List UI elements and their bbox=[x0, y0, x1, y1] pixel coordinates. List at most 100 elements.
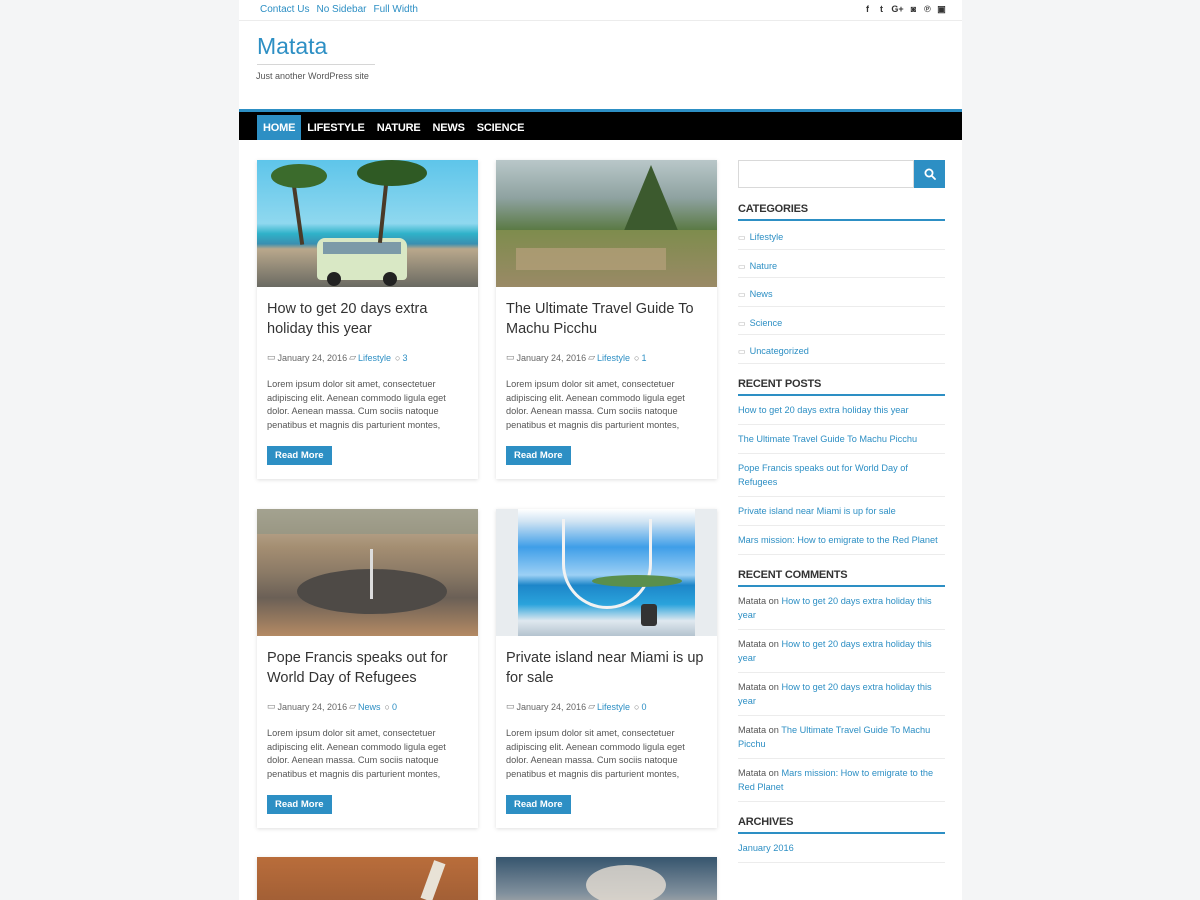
folder-icon: ▭ bbox=[738, 261, 746, 271]
nav-item-nature[interactable]: NATURE bbox=[371, 115, 427, 140]
comment-post-link[interactable]: How to get 20 days extra holiday this ye… bbox=[738, 682, 932, 706]
recent-post-item[interactable]: How to get 20 days extra holiday this ye… bbox=[738, 396, 945, 425]
post-category[interactable]: Lifestyle bbox=[358, 353, 391, 363]
search-input[interactable] bbox=[738, 160, 914, 188]
comment-on-label: on bbox=[768, 767, 779, 778]
comment-on-label: on bbox=[768, 595, 779, 606]
categories-list: ▭ Lifestyle ▭ Nature ▭ News ▭ Science ▭ Uncat… bbox=[738, 221, 945, 364]
comment-post-link[interactable]: How to get 20 days extra holiday this ye… bbox=[738, 639, 932, 663]
archive-item[interactable]: January 2016 bbox=[738, 834, 945, 863]
comment-on-label: on bbox=[768, 638, 779, 649]
comment-author: Matata bbox=[738, 767, 767, 778]
read-more-button[interactable]: Read More bbox=[506, 446, 571, 465]
category-label[interactable]: Nature bbox=[750, 261, 778, 271]
recent-post-item[interactable]: Pope Francis speaks out for World Day of… bbox=[738, 454, 945, 497]
post-category[interactable]: Lifestyle bbox=[597, 353, 630, 363]
top-bar: Contact Us No Sidebar Full Width f t G+ … bbox=[239, 0, 962, 21]
main-nav: HOME LIFESTYLE NATURE NEWS SCIENCE bbox=[239, 109, 962, 140]
comment-on-label: on bbox=[768, 724, 779, 735]
category-label[interactable]: News bbox=[750, 289, 773, 299]
category-item[interactable]: ▭ Lifestyle bbox=[738, 221, 945, 250]
pinterest-icon[interactable]: ℗ bbox=[923, 4, 932, 15]
site-title[interactable]: Matata bbox=[257, 33, 327, 60]
post-meta: ▭ January 24, 2016 ▱ News ○ 0 bbox=[267, 701, 468, 712]
recent-comment-item: Matata on How to get 20 days extra holid… bbox=[738, 630, 945, 673]
category-label[interactable]: Science bbox=[750, 318, 783, 328]
post-card bbox=[257, 857, 478, 900]
folder-icon: ▱ bbox=[588, 701, 595, 711]
comment-post-link[interactable]: Mars mission: How to emigrate to the Red… bbox=[738, 768, 933, 792]
post-title[interactable]: How to get 20 days extra holiday this ye… bbox=[267, 299, 468, 341]
post-excerpt: Lorem ipsum dolor sit amet, consectetuer… bbox=[506, 379, 685, 430]
comment-author: Matata bbox=[738, 681, 767, 692]
nav-item-science[interactable]: SCIENCE bbox=[471, 115, 531, 140]
post-comment-count[interactable]: 1 bbox=[641, 353, 646, 363]
nav-item-home[interactable]: HOME bbox=[257, 115, 302, 140]
facebook-icon[interactable]: f bbox=[863, 4, 872, 15]
read-more-button[interactable]: Read More bbox=[267, 795, 332, 814]
recent-post-item[interactable]: The Ultimate Travel Guide To Machu Picch… bbox=[738, 425, 945, 454]
google-plus-icon[interactable]: G+ bbox=[891, 4, 904, 15]
instagram-icon[interactable]: ◙ bbox=[909, 4, 918, 15]
category-item[interactable]: ▭ Nature bbox=[738, 250, 945, 278]
folder-icon: ▱ bbox=[349, 352, 356, 362]
top-link-full-width[interactable]: Full Width bbox=[374, 4, 418, 15]
post-excerpt: Lorem ipsum dolor sit amet, consectetuer… bbox=[267, 728, 446, 779]
post-thumbnail[interactable] bbox=[257, 857, 478, 900]
post-meta: ▭ January 24, 2016 ▱ Lifestyle ○ 0 bbox=[506, 701, 707, 712]
read-more-button[interactable]: Read More bbox=[267, 446, 332, 465]
calendar-icon: ▭ bbox=[267, 352, 276, 362]
post-category[interactable]: Lifestyle bbox=[597, 702, 630, 712]
post-meta: ▭ January 24, 2016 ▱ Lifestyle ○ 3 bbox=[267, 352, 468, 363]
post-title[interactable]: Private island near Miami is up for sale bbox=[506, 648, 707, 690]
category-label[interactable]: Lifestyle bbox=[750, 232, 784, 242]
folder-icon: ▭ bbox=[738, 318, 746, 328]
folder-icon: ▭ bbox=[738, 347, 746, 356]
category-label[interactable]: Uncategorized bbox=[750, 346, 809, 356]
post-comment-count[interactable]: 0 bbox=[392, 702, 397, 712]
post-title[interactable]: Pope Francis speaks out for World Day of… bbox=[267, 648, 468, 690]
post-date: January 24, 2016 bbox=[516, 352, 587, 363]
recent-post-item[interactable]: Private island near Miami is up for sale bbox=[738, 497, 945, 526]
calendar-icon: ▭ bbox=[267, 701, 276, 711]
recent-post-item[interactable]: Mars mission: How to emigrate to the Red… bbox=[738, 526, 945, 555]
recent-comment-item: Matata on How to get 20 days extra holid… bbox=[738, 587, 945, 630]
social-icons: f t G+ ◙ ℗ ▣ bbox=[863, 4, 946, 15]
post-comment-count[interactable]: 3 bbox=[402, 353, 407, 363]
nav-item-news[interactable]: NEWS bbox=[427, 115, 471, 140]
post-card: How to get 20 days extra holiday this ye… bbox=[257, 160, 478, 479]
top-link-contact-us[interactable]: Contact Us bbox=[260, 4, 309, 15]
comment-author: Matata bbox=[738, 724, 767, 735]
recent-comment-item: Matata on How to get 20 days extra holid… bbox=[738, 673, 945, 716]
folder-icon: ▱ bbox=[588, 352, 595, 362]
twitter-icon[interactable]: t bbox=[877, 4, 886, 15]
comment-post-link[interactable]: How to get 20 days extra holiday this ye… bbox=[738, 596, 932, 620]
read-more-button[interactable]: Read More bbox=[506, 795, 571, 814]
folder-icon: ▭ bbox=[738, 233, 746, 242]
archives-list: January 2016 bbox=[738, 834, 945, 863]
post-thumbnail[interactable] bbox=[496, 509, 717, 636]
post-category[interactable]: News bbox=[358, 702, 381, 712]
post-card bbox=[496, 857, 717, 900]
comment-icon: ○ bbox=[384, 701, 390, 712]
sidebar: CATEGORIES ▭ Lifestyle ▭ Nature ▭ News ▭ Sci… bbox=[738, 160, 945, 863]
post-title[interactable]: The Ultimate Travel Guide To Machu Picch… bbox=[506, 299, 707, 341]
top-link-no-sidebar[interactable]: No Sidebar bbox=[316, 4, 366, 15]
search-button[interactable] bbox=[914, 160, 945, 188]
post-comment-count[interactable]: 0 bbox=[641, 702, 646, 712]
post-thumbnail[interactable] bbox=[257, 509, 478, 636]
categories-title: CATEGORIES bbox=[738, 203, 945, 221]
category-item[interactable]: ▭ News bbox=[738, 278, 945, 307]
category-item[interactable]: ▭ Uncategorized bbox=[738, 335, 945, 364]
youtube-icon[interactable]: ▣ bbox=[937, 4, 946, 15]
search-icon bbox=[924, 168, 936, 180]
post-date: January 24, 2016 bbox=[516, 701, 587, 712]
comment-post-link[interactable]: The Ultimate Travel Guide To Machu Picch… bbox=[738, 725, 930, 749]
comment-author: Matata bbox=[738, 595, 767, 606]
post-thumbnail[interactable] bbox=[496, 160, 717, 287]
post-thumbnail[interactable] bbox=[257, 160, 478, 287]
category-item[interactable]: ▭ Science bbox=[738, 307, 945, 335]
nav-item-lifestyle[interactable]: LIFESTYLE bbox=[301, 115, 370, 140]
post-thumbnail[interactable] bbox=[496, 857, 717, 900]
site-tagline: Just another WordPress site bbox=[256, 71, 369, 81]
